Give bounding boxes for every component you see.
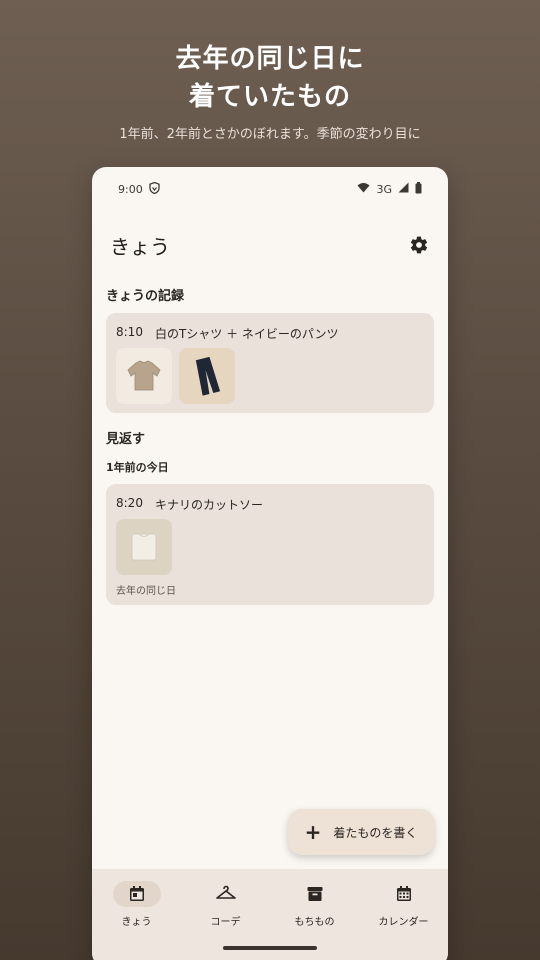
nav-label-today: きょう: [121, 917, 152, 928]
nav-item-today[interactable]: きょう: [92, 869, 181, 960]
phone-frame: 9:00 3G きょう きょうの記録 8:10 白のTシャツ ＋ ネイビーのパン…: [92, 167, 448, 960]
lookback-section-label: 見返す: [106, 432, 146, 447]
navy-pants-thumbnail[interactable]: [179, 348, 235, 404]
today-section-label: きょうの記録: [106, 289, 185, 304]
promo-title-line2: 着ていたもの: [188, 82, 351, 112]
lookback-entry-description: キナリのカットソー: [154, 498, 263, 512]
calendar-month-icon: [380, 881, 428, 907]
add-outfit-fab[interactable]: + 着たものを書く: [288, 809, 434, 855]
nav-label-calendar: カレンダー: [378, 917, 429, 928]
status-bar: 9:00 3G: [92, 167, 448, 211]
lookback-entry-card[interactable]: 8:20 キナリのカットソー 去年の同じ日: [106, 484, 434, 605]
lookback-entry-line: 8:20 キナリのカットソー: [116, 496, 263, 513]
lookback-entry-time: 8:20: [116, 496, 143, 510]
nav-label-belongings: もちもの: [294, 917, 335, 928]
beige-sweater-thumbnail[interactable]: [116, 348, 172, 404]
network-type: 3G: [376, 182, 392, 196]
vpn-shield-icon: [149, 181, 160, 197]
hanger-icon: [202, 881, 250, 907]
page-title: きょう: [110, 234, 170, 259]
fab-label: 着たものを書く: [333, 825, 418, 840]
plus-icon: +: [304, 820, 322, 844]
today-entry-time: 8:10: [116, 325, 143, 339]
lookback-entry-note: 去年の同じ日: [116, 586, 176, 597]
app-header: きょう: [92, 227, 448, 263]
gear-icon[interactable]: [408, 234, 430, 256]
status-right: 3G: [357, 181, 422, 197]
nav-label-coordinate: コーデ: [210, 917, 241, 928]
calendar-today-icon: [112, 881, 161, 907]
wifi-icon: [357, 182, 370, 196]
today-entry-card[interactable]: 8:10 白のTシャツ ＋ ネイビーのパンツ: [106, 313, 434, 413]
promo-title: 去年の同じ日に 着ていたもの: [0, 40, 540, 116]
promo-title-line1: 去年の同じ日に: [175, 44, 365, 74]
archive-box-icon: [291, 881, 339, 907]
status-left: 9:00: [118, 181, 160, 197]
cream-cutsew-thumbnail[interactable]: [116, 519, 172, 575]
home-indicator[interactable]: [223, 946, 317, 950]
signal-icon: [398, 182, 409, 196]
today-entry-description: 白のTシャツ ＋ ネイビーのパンツ: [154, 327, 339, 341]
today-entry-line: 8:10 白のTシャツ ＋ ネイビーのパンツ: [116, 325, 339, 342]
lookback-sub-label: 1年前の今日: [106, 461, 169, 474]
nav-item-calendar[interactable]: カレンダー: [359, 869, 448, 960]
battery-icon: [415, 181, 422, 197]
promo-subtitle: 1年前、2年前とさかのぼれます。季節の変わり目に: [119, 127, 421, 142]
status-time: 9:00: [118, 182, 143, 196]
